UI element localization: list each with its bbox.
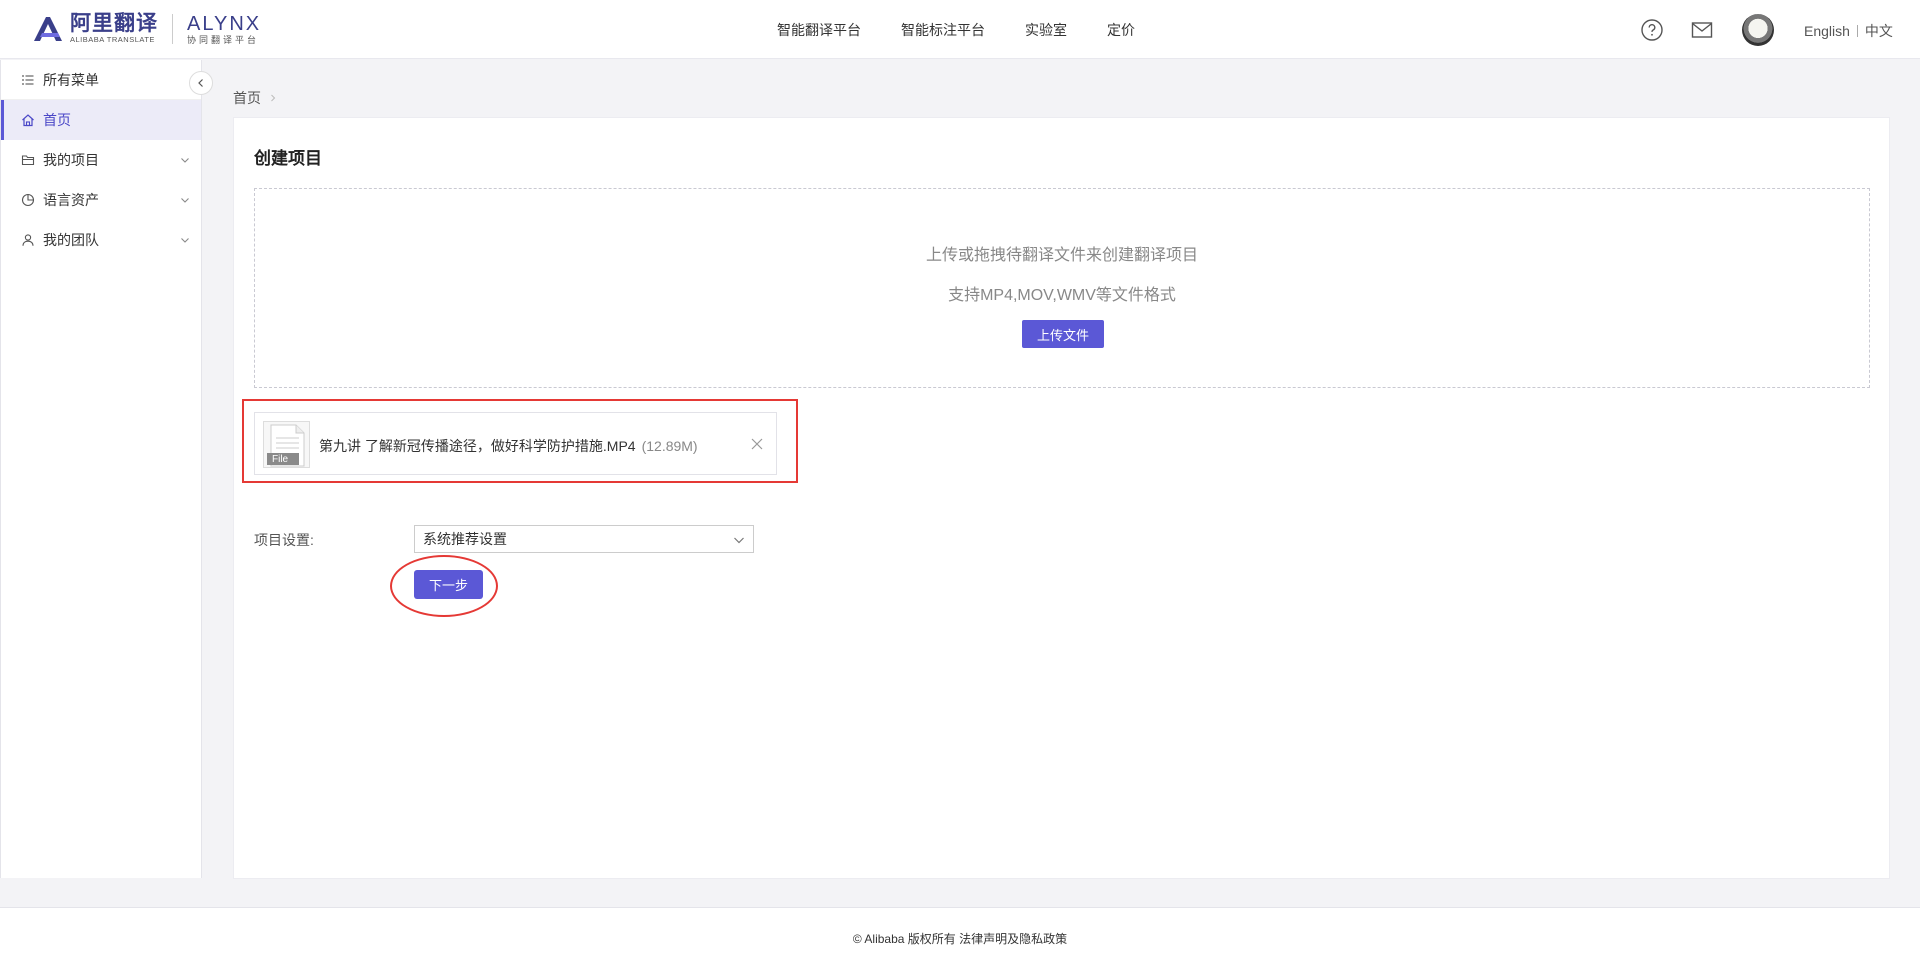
home-icon — [22, 114, 34, 127]
chevron-down-icon — [734, 537, 744, 544]
logo-alynx-sub: 协同翻译平台 — [187, 34, 260, 45]
sidebar-header-label: 所有菜单 — [43, 71, 99, 88]
file-thumbnail: File — [263, 421, 310, 468]
nav-smart-translate[interactable]: 智能翻译平台 — [777, 20, 861, 40]
project-settings-select[interactable]: 系统推荐设置 — [414, 525, 754, 553]
mail-icon[interactable] — [1690, 18, 1714, 42]
sidebar-item-home[interactable]: 首页 — [1, 100, 201, 140]
uploaded-file-item: File 第九讲 了解新冠传播途径，做好科学防护措施.MP4 (12.89M) — [254, 412, 777, 475]
sidebar-header: 所有菜单 — [1, 60, 201, 100]
chevron-right-icon — [271, 94, 276, 102]
chevron-down-icon — [181, 198, 189, 203]
project-settings-label: 项目设置: — [254, 532, 314, 548]
breadcrumb: 首页 — [233, 88, 277, 108]
folder-icon — [21, 155, 35, 166]
upload-dropzone[interactable]: 上传或拖拽待翻译文件来创建翻译项目 支持MP4,MOV,WMV等文件格式 上传文… — [254, 188, 1870, 388]
sidebar-item-my-team[interactable]: 我的团队 — [1, 220, 201, 260]
help-icon[interactable] — [1640, 18, 1664, 42]
chevron-down-icon — [181, 238, 189, 243]
list-icon — [22, 74, 34, 85]
file-size: (12.89M) — [641, 438, 698, 454]
lang-english[interactable]: English — [1804, 23, 1850, 39]
dropzone-formats: 支持MP4,MOV,WMV等文件格式 — [948, 287, 1176, 304]
logo-divider — [172, 14, 173, 44]
create-project-card: 创建项目 上传或拖拽待翻译文件来创建翻译项目 支持MP4,MOV,WMV等文件格… — [233, 117, 1890, 879]
sidebar-item-my-projects[interactable]: 我的项目 — [1, 140, 201, 180]
next-step-button[interactable]: 下一步 — [414, 570, 483, 599]
sidebar-item-label: 我的项目 — [43, 152, 99, 168]
sidebar-item-label: 我的团队 — [43, 232, 99, 248]
lang-divider — [1856, 25, 1858, 37]
pie-chart-icon — [21, 193, 35, 207]
nav-pricing[interactable]: 定价 — [1107, 20, 1135, 40]
sidebar-item-label: 首页 — [43, 112, 71, 128]
dropzone-instruction: 上传或拖拽待翻译文件来创建翻译项目 — [925, 247, 1198, 264]
alibaba-translate-logo-icon — [34, 17, 62, 41]
sidebar-collapse-button[interactable] — [189, 71, 213, 95]
user-icon — [22, 234, 34, 246]
logo-alynx: ALYNX — [187, 12, 262, 35]
project-settings-value: 系统推荐设置 — [423, 531, 507, 547]
lang-chinese[interactable]: 中文 — [1865, 21, 1893, 41]
sidebar-item-language-assets[interactable]: 语言资产 — [1, 180, 201, 220]
footer: © Alibaba 版权所有 法律声明及隐私政策 — [0, 908, 1920, 969]
top-header: 阿里翻译 ALIBABA TRANSLATE ALYNX 协同翻译平台 智能翻译… — [0, 0, 1920, 59]
chevron-down-icon — [181, 158, 189, 163]
breadcrumb-home[interactable]: 首页 — [233, 88, 261, 108]
page-title: 创建项目 — [254, 149, 322, 168]
remove-file-icon[interactable] — [750, 437, 764, 451]
language-switch: English 中文 — [1804, 21, 1893, 41]
nav-lab[interactable]: 实验室 — [1025, 20, 1067, 40]
logo-cn-name: 阿里翻译 — [70, 12, 158, 35]
avatar[interactable] — [1742, 14, 1774, 46]
footer-text: © Alibaba 版权所有 法律声明及隐私政策 — [852, 932, 1068, 946]
file-name: 第九讲 了解新冠传播途径，做好科学防护措施.MP4 — [319, 438, 636, 454]
nav-smart-annotate[interactable]: 智能标注平台 — [901, 20, 985, 40]
chevron-left-icon — [198, 79, 203, 87]
upload-file-button[interactable]: 上传文件 — [1022, 320, 1104, 348]
file-thumb-label: File — [272, 454, 289, 465]
sidebar-item-label: 语言资产 — [43, 192, 99, 208]
logo[interactable]: 阿里翻译 ALIBABA TRANSLATE ALYNX 协同翻译平台 — [30, 13, 261, 45]
logo-en-name: ALIBABA TRANSLATE — [70, 35, 155, 44]
sidebar: 所有菜单 首页 我的项目 语言资产 我的团队 — [0, 60, 202, 878]
